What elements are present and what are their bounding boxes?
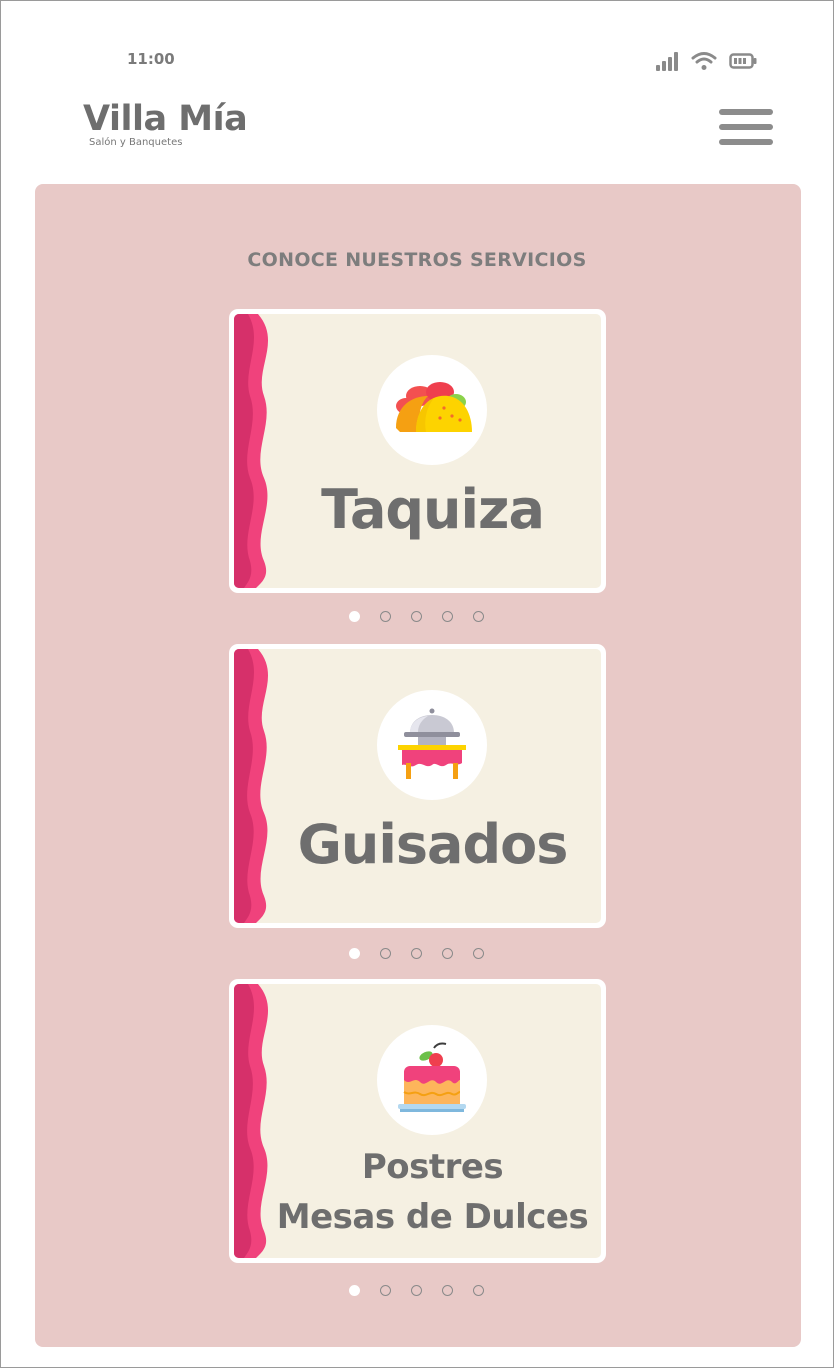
cake-icon bbox=[398, 1042, 466, 1112]
brand-logo[interactable]: Villa Mía Salón y Banquetes bbox=[83, 97, 248, 148]
brand-name: Villa Mía bbox=[83, 99, 248, 139]
carousel-dot[interactable] bbox=[411, 948, 422, 959]
menu-bar bbox=[719, 109, 773, 115]
carousel-dot[interactable] bbox=[349, 948, 360, 959]
wifi-icon bbox=[691, 52, 717, 70]
card-body: Postres Mesas de Dulces bbox=[234, 984, 601, 1258]
card-body: Guisados bbox=[234, 649, 601, 923]
icon-circle bbox=[377, 1025, 487, 1135]
carousel-dot[interactable] bbox=[473, 611, 484, 622]
card-body: Taquiza bbox=[234, 314, 601, 588]
menu-bar bbox=[719, 139, 773, 145]
carousel-dot[interactable] bbox=[380, 1285, 391, 1296]
service-card-guisados[interactable]: Guisados bbox=[229, 644, 606, 928]
status-time: 11:00 bbox=[127, 50, 175, 68]
carousel-dot[interactable] bbox=[442, 611, 453, 622]
card-title: Taquiza bbox=[321, 478, 545, 541]
carousel-dot[interactable] bbox=[349, 1285, 360, 1296]
carousel-dot[interactable] bbox=[473, 948, 484, 959]
app-frame: 11:00 Villa Mía Salón y Banquetes CONOCE… bbox=[0, 0, 834, 1368]
carousel-dot[interactable] bbox=[380, 948, 391, 959]
section-title: CONOCE NUESTROS SERVICIOS bbox=[247, 249, 587, 271]
card-title-line1: Postres bbox=[361, 1147, 504, 1187]
hamburger-menu-icon[interactable] bbox=[719, 109, 773, 149]
carousel-dot[interactable] bbox=[349, 611, 360, 622]
cellular-signal-icon bbox=[656, 52, 678, 71]
carousel-dot[interactable] bbox=[411, 1285, 422, 1296]
icon-circle bbox=[377, 690, 487, 800]
carousel-dot[interactable] bbox=[380, 611, 391, 622]
icon-circle bbox=[377, 355, 487, 465]
menu-bar bbox=[719, 124, 773, 130]
carousel-dots bbox=[349, 611, 484, 622]
carousel-dot[interactable] bbox=[411, 611, 422, 622]
carousel-dot[interactable] bbox=[442, 1285, 453, 1296]
carousel-dot[interactable] bbox=[473, 1285, 484, 1296]
card-title-line2: Mesas de Dulces bbox=[276, 1197, 589, 1237]
carousel-dots bbox=[349, 1285, 484, 1296]
service-card-taquiza[interactable]: Taquiza bbox=[229, 309, 606, 593]
decorative-wave bbox=[234, 649, 269, 923]
service-card-postres[interactable]: Postres Mesas de Dulces bbox=[229, 979, 606, 1263]
card-title: Guisados bbox=[297, 813, 569, 876]
decorative-wave bbox=[234, 314, 269, 588]
taco-icon bbox=[396, 382, 472, 432]
carousel-dots bbox=[349, 948, 484, 959]
buffet-dish-icon bbox=[398, 708, 466, 779]
battery-icon bbox=[729, 53, 757, 69]
status-icons bbox=[655, 51, 757, 71]
carousel-dot[interactable] bbox=[442, 948, 453, 959]
